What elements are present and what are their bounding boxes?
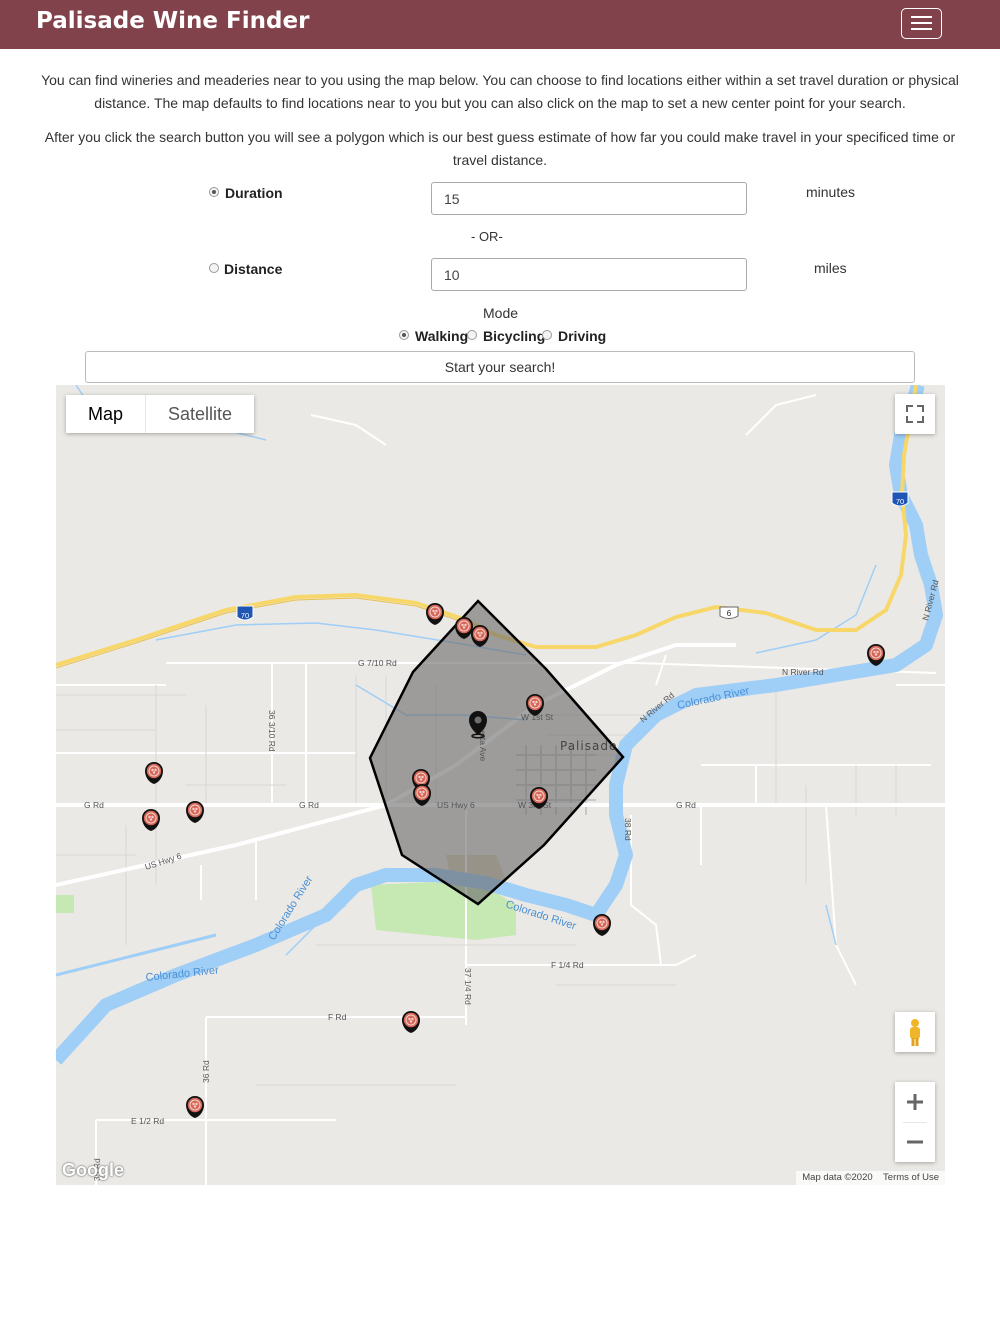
zoom-in-button[interactable] [895, 1082, 935, 1122]
road-label-g-rd-mid: G Rd [299, 800, 319, 810]
winery-marker-icon [592, 913, 612, 937]
intro-paragraph-1: You can find wineries and meaderies near… [41, 72, 959, 111]
menu-toggle-button[interactable] [901, 8, 942, 39]
winery-marker-icon [185, 1095, 205, 1119]
plus-icon [907, 1094, 923, 1110]
walking-label: Walking [415, 328, 469, 344]
winery-marker-icon [185, 800, 205, 824]
duration-label: Duration [225, 185, 283, 201]
road-label-f-1-4: F 1/4 Rd [551, 960, 584, 970]
river-label: Colorado River [145, 964, 220, 984]
park-area [56, 895, 74, 913]
winery-marker-icon [425, 602, 445, 626]
road-label-us-hwy-6-diag: US Hwy 6 [144, 851, 183, 872]
street-view-button[interactable] [895, 1012, 935, 1052]
road-label-n-river: N River Rd [782, 667, 824, 677]
svg-text:70: 70 [896, 497, 904, 506]
distance-unit: miles [814, 260, 847, 276]
us6-shield-icon: 6 [719, 606, 739, 619]
mode-label: Mode [483, 305, 519, 321]
road-label-38: 38 Rd [623, 818, 633, 841]
svg-text:6: 6 [727, 609, 732, 618]
road-label-37-1-4: 37 1/4 Rd [463, 968, 473, 1005]
town-label: Palisade [560, 739, 617, 753]
driving-label: Driving [558, 328, 607, 344]
i70-shield-left-icon: 70 [236, 605, 254, 621]
distance-input[interactable] [431, 258, 747, 291]
duration-radio[interactable] [209, 187, 219, 197]
duration-unit: minutes [806, 184, 856, 200]
distance-label: Distance [224, 261, 283, 277]
minus-icon [907, 1140, 923, 1144]
road-label-36-3-10: 36 3/10 Rd [267, 710, 277, 752]
map-canvas[interactable]: G 7/10 Rd N River Rd W 1st St W 3rd St G… [56, 385, 945, 1185]
pegman-icon [910, 1019, 920, 1046]
fullscreen-button[interactable] [895, 394, 935, 434]
road-label-g-7-10: G 7/10 Rd [358, 658, 397, 668]
intro-paragraph-2: After you click the search button you wi… [44, 129, 956, 168]
fullscreen-icon [906, 405, 924, 423]
svg-text:70: 70 [241, 611, 249, 620]
road-label-g-rd-left: G Rd [84, 800, 104, 810]
bicycling-label: Bicycling [483, 328, 546, 344]
map-type-map-button[interactable]: Map [66, 395, 146, 433]
google-logo[interactable]: Google [62, 1160, 124, 1181]
navbar: Palisade Wine Finder [0, 0, 1000, 49]
or-separator: - OR- [471, 229, 503, 244]
driving-radio[interactable] [542, 330, 552, 340]
duration-input[interactable] [431, 182, 747, 215]
road-label-f-rd: F Rd [328, 1012, 347, 1022]
zoom-out-button[interactable] [895, 1122, 935, 1162]
distance-radio[interactable] [209, 263, 219, 273]
map-type-satellite-button[interactable]: Satellite [146, 395, 254, 433]
road-label-us-hwy-6: US Hwy 6 [437, 800, 475, 810]
map-type-control: Map Satellite [66, 395, 254, 433]
winery-marker-icon [141, 808, 161, 832]
road-label-g-rd-right: G Rd [676, 800, 696, 810]
start-search-button[interactable]: Start your search! [85, 351, 915, 383]
walking-radio[interactable] [399, 330, 409, 340]
road-label-36: 36 Rd [201, 1060, 211, 1083]
winery-marker-icon [144, 761, 164, 785]
terms-of-use-link[interactable]: Terms of Use [883, 1172, 939, 1183]
bicycling-radio[interactable] [467, 330, 477, 340]
road-label-e-1-2: E 1/2 Rd [131, 1116, 164, 1126]
zoom-control [895, 1082, 935, 1162]
winery-marker-icon [401, 1010, 421, 1034]
map-attribution: Map data ©2020 Terms of Use [796, 1171, 945, 1185]
i70-shield-right-icon: 70 [891, 491, 909, 507]
map-tiles: G 7/10 Rd N River Rd W 1st St W 3rd St G… [56, 385, 945, 1185]
map-data-text: Map data ©2020 [802, 1172, 873, 1183]
hamburger-icon [911, 16, 932, 18]
brand-title[interactable]: Palisade Wine Finder [36, 8, 309, 34]
